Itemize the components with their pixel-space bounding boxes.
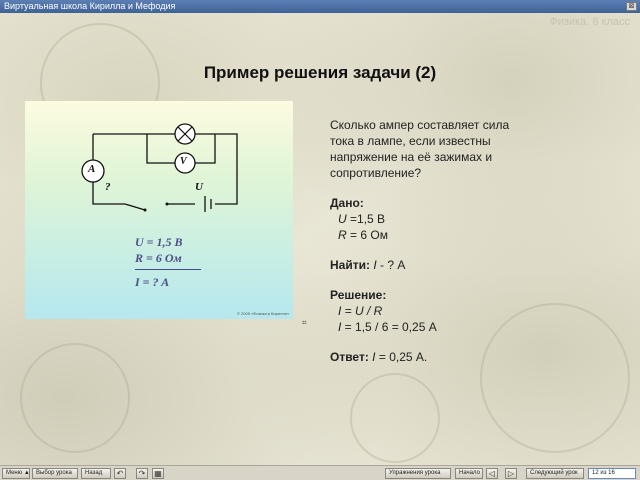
task-text: Сколько ампер составляет сила тока в лам… xyxy=(330,117,630,365)
ammeter-label: A xyxy=(88,163,96,175)
given-resistance: R = 6 Ом xyxy=(338,228,388,242)
formula-resistance: R = 6 Ом xyxy=(135,251,182,265)
next-lesson-button[interactable]: Следующий урок xyxy=(526,468,584,479)
solution-formula: I = U / R xyxy=(338,304,383,318)
solution-heading: Решение: xyxy=(330,288,387,302)
given-heading: Дано: xyxy=(330,196,364,210)
background-decoration xyxy=(350,373,440,463)
circuit-diagram: A V ? U U = 1,5 В R = 6 Ом I = ? A © 200… xyxy=(25,101,293,319)
formula-voltage: U = 1,5 В xyxy=(135,235,183,249)
unknown-mark: ? xyxy=(105,181,111,193)
bottom-toolbar: Меню ▲ Выбор урока Назад ↶ ↷ ▦ Упражнени… xyxy=(0,465,640,480)
window-title-bar: Виртуальная школа Кирилла и Мефодия ⊠ xyxy=(0,0,640,13)
slide-title: Пример решения задачи (2) xyxy=(203,63,437,82)
start-button[interactable]: Начало xyxy=(455,468,483,479)
switch-contact xyxy=(143,208,147,212)
grid-icon[interactable]: ▦ xyxy=(152,468,164,479)
formula-divider xyxy=(135,269,201,270)
back-button[interactable]: Назад xyxy=(81,468,111,479)
answer-line: Ответ: I = 0,25 А. xyxy=(330,350,428,364)
close-button[interactable]: ⊠ xyxy=(626,2,637,11)
next-icon[interactable]: ▷ xyxy=(505,468,517,479)
voltmeter-label: V xyxy=(180,156,187,167)
window-title: Виртуальная школа Кирилла и Мефодия xyxy=(4,1,176,11)
solution-calc: I = 1,5 / 6 = 0,25 А xyxy=(338,320,437,334)
page-counter: 12 из 16 xyxy=(588,468,636,479)
menu-button[interactable]: Меню ▲ xyxy=(2,468,30,479)
find-line: Найти: I - ? А xyxy=(330,258,406,272)
task-question: Сколько ампер составляет сила тока в лам… xyxy=(330,118,510,180)
redo-icon[interactable]: ↷ xyxy=(136,468,148,479)
voltage-label: U xyxy=(195,181,203,193)
given-voltage: U =1,5 В xyxy=(338,212,386,226)
exercises-button[interactable]: Упражнения урока xyxy=(385,468,451,479)
background-decoration xyxy=(20,343,130,453)
previous-icon[interactable]: ◁ xyxy=(486,468,498,479)
slide-area: Физика. 8 класс Пример решения задачи (2… xyxy=(0,13,640,465)
switch-contact xyxy=(165,202,169,206)
expand-icon[interactable]: ⌗ xyxy=(302,319,310,327)
formula-current: I = ? A xyxy=(135,275,170,289)
choose-lesson-button[interactable]: Выбор урока xyxy=(32,468,78,479)
copyright-note: © 2005 «Физика в Кирилле» xyxy=(237,311,290,316)
grade-label: Физика. 8 класс xyxy=(549,16,630,28)
undo-icon[interactable]: ↶ xyxy=(114,468,126,479)
